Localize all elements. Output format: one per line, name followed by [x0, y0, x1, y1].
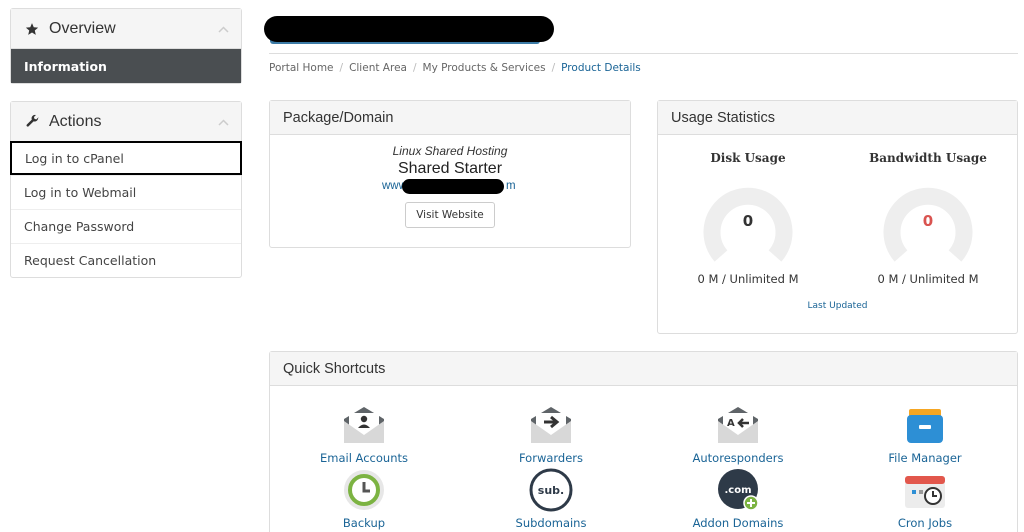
- wrench-icon: [25, 114, 41, 129]
- package-panel-title: Package/Domain: [270, 101, 630, 135]
- autoresponders-icon: A: [715, 402, 761, 448]
- usage-panel-title: Usage Statistics: [658, 101, 1017, 135]
- sidebar-item-label: Request Cancellation: [24, 253, 157, 268]
- forwarders-icon: [528, 402, 574, 448]
- chevron-up-icon[interactable]: [218, 22, 229, 36]
- shortcut-label: Forwarders: [518, 451, 584, 465]
- sidebar-item-cpanel-login[interactable]: Log in to cPanel: [10, 141, 242, 175]
- breadcrumb-separator: /: [412, 62, 417, 74]
- file-manager-icon: [902, 402, 948, 448]
- shortcut-autoresponders[interactable]: A Autoresponders: [653, 402, 823, 465]
- shortcut-label: Addon Domains: [692, 516, 784, 530]
- breadcrumb-client-area[interactable]: Client Area: [349, 62, 407, 74]
- shortcut-email-accounts[interactable]: Email Accounts: [279, 402, 449, 465]
- cron-jobs-icon: [902, 467, 948, 513]
- quick-shortcuts-panel: Quick Shortcuts Email Accounts Forwarder…: [269, 351, 1018, 532]
- breadcrumb-separator: /: [551, 62, 556, 74]
- visit-website-button[interactable]: Visit Website: [405, 202, 495, 228]
- package-name: Shared Starter: [397, 160, 503, 177]
- bandwidth-usage-gauge: 0: [883, 179, 973, 269]
- disk-usage: Disk Usage 0 0 M / Unlimited M: [658, 151, 838, 286]
- overview-panel: Overview Information: [10, 8, 242, 84]
- domain-suffix: m: [506, 180, 516, 192]
- actions-panel-header[interactable]: Actions: [11, 102, 241, 142]
- shortcut-label: File Manager: [888, 451, 962, 465]
- package-domain-link[interactable]: www m: [270, 179, 630, 195]
- disk-usage-gauge: 0: [703, 179, 793, 269]
- breadcrumb-current: Product Details: [561, 62, 641, 74]
- breadcrumb: Portal Home / Client Area / My Products …: [269, 62, 641, 74]
- chevron-up-icon[interactable]: [218, 115, 229, 129]
- shortcut-addon-domains[interactable]: .com Addon Domains: [653, 467, 823, 530]
- usage-statistics-panel: Usage Statistics Disk Usage 0 0 M / Unli…: [657, 100, 1018, 334]
- shortcut-subdomains[interactable]: sub. Subdomains: [466, 467, 636, 530]
- bandwidth-usage: Bandwidth Usage 0 0 M / Unlimited M: [838, 151, 1018, 286]
- domain-redaction: [402, 179, 504, 194]
- breadcrumb-separator: /: [339, 62, 344, 74]
- disk-usage-text: 0 M / Unlimited M: [697, 272, 799, 286]
- star-icon: [25, 22, 41, 36]
- sidebar-item-webmail-login[interactable]: Log in to Webmail: [11, 175, 241, 209]
- email-accounts-icon: [341, 402, 387, 448]
- subdomains-icon: sub.: [528, 467, 574, 513]
- shortcut-cron-jobs[interactable]: Cron Jobs: [840, 467, 1010, 530]
- breadcrumb-my-products[interactable]: My Products & Services: [423, 62, 546, 74]
- last-updated-link[interactable]: Last Updated: [658, 301, 1017, 311]
- shortcut-label: Subdomains: [515, 516, 587, 530]
- bandwidth-usage-label: Bandwidth Usage: [869, 151, 987, 165]
- package-domain-panel: Package/Domain Linux Shared Hosting Shar…: [269, 100, 631, 248]
- sidebar-item-information[interactable]: Information: [11, 49, 241, 83]
- sidebar-item-label: Change Password: [24, 219, 135, 234]
- sidebar-item-label: Log in to cPanel: [25, 150, 124, 166]
- shortcut-label: Autoresponders: [692, 451, 784, 465]
- actions-title: Actions: [49, 112, 102, 130]
- bandwidth-usage-value: 0: [922, 212, 934, 230]
- product-details-page: Overview Information Actions Log in to c…: [0, 0, 1024, 532]
- shortcut-label: Email Accounts: [320, 451, 408, 465]
- shortcut-label: Cron Jobs: [897, 516, 953, 530]
- sidebar-item-label: Log in to Webmail: [24, 185, 137, 200]
- breadcrumb-portal-home[interactable]: Portal Home: [269, 62, 334, 74]
- shortcuts-panel-title: Quick Shortcuts: [270, 352, 1017, 386]
- svg-text:A: A: [727, 418, 735, 429]
- overview-title: Overview: [49, 19, 116, 37]
- shortcut-forwarders[interactable]: Forwarders: [466, 402, 636, 465]
- backup-icon: [341, 467, 387, 513]
- shortcut-label: Backup: [342, 516, 386, 530]
- sidebar-item-change-password[interactable]: Change Password: [11, 209, 241, 243]
- disk-usage-label: Disk Usage: [710, 151, 786, 165]
- bandwidth-usage-text: 0 M / Unlimited M: [877, 272, 979, 286]
- title-divider: [269, 53, 1018, 54]
- addon-domains-icon: .com: [715, 467, 761, 513]
- actions-panel: Actions Log in to cPanel Log in to Webma…: [10, 101, 242, 278]
- sidebar-item-label: Information: [24, 58, 107, 74]
- disk-usage-value: 0: [742, 212, 754, 230]
- overview-panel-header[interactable]: Overview: [11, 9, 241, 49]
- shortcut-file-manager[interactable]: File Manager: [840, 402, 1010, 465]
- shortcut-backup[interactable]: Backup: [279, 467, 449, 530]
- package-type: Linux Shared Hosting: [392, 144, 508, 158]
- svg-text:.com: .com: [724, 485, 751, 496]
- svg-text:sub.: sub.: [538, 484, 564, 497]
- sidebar-item-request-cancellation[interactable]: Request Cancellation: [11, 243, 241, 277]
